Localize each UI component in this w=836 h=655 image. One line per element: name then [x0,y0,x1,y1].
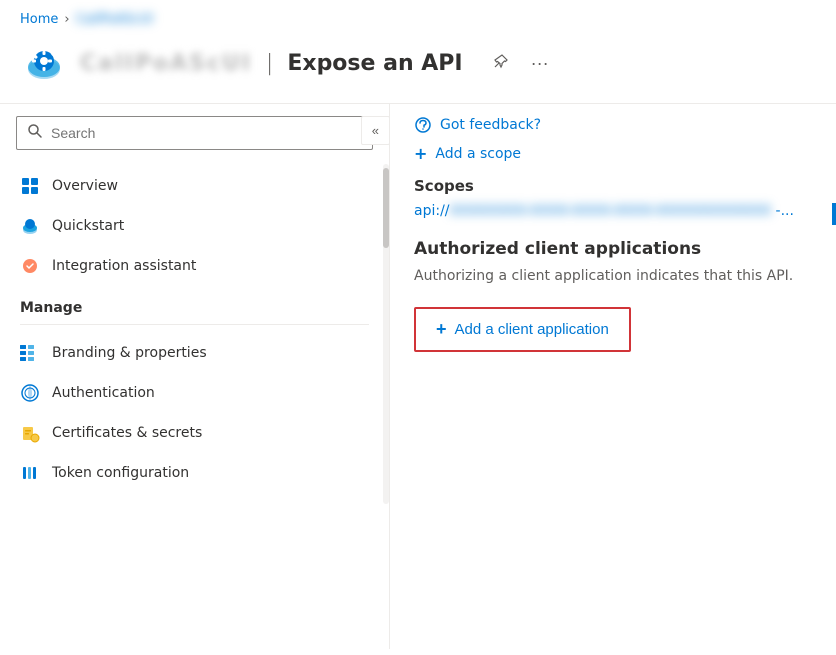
sidebar-item-integration[interactable]: Integration assistant [0,246,389,286]
sidebar-item-authentication-label: Authentication [52,385,155,401]
sidebar-item-overview-label: Overview [52,178,118,194]
feedback-icon [414,116,432,134]
authentication-icon [20,383,40,403]
quickstart-icon [20,216,40,236]
scope-link[interactable]: api://XXXXXXXX-XXXX-XXXX-XXXX-XXXXXXXXXX… [414,203,794,219]
add-client-application-button[interactable]: + Add a client application [414,307,631,352]
page-title: Expose an API [287,51,462,76]
collapse-sidebar-button[interactable]: « [361,116,390,145]
app-title-text: CalIPoAScUI | Expose an API ··· [80,51,816,76]
search-box[interactable] [16,116,373,150]
more-icon: ··· [531,53,549,73]
add-client-plus-icon: + [436,319,447,340]
manage-label: Manage [20,300,369,316]
manage-section: Manage [0,286,389,333]
title-actions: ··· [489,51,553,76]
search-icon [27,123,43,143]
add-client-label: Add a client application [455,321,609,338]
app-title-row: CalIPoAScUI | Expose an API ··· [0,35,836,104]
app-name: CalIPoAScUI [80,51,252,76]
breadcrumb: Home › CalIPoAScUI [0,0,836,35]
sidebar-item-certificates[interactable]: Certificates & secrets [0,413,389,453]
search-input[interactable] [51,125,362,141]
scopes-header: Scopes [414,177,812,195]
sidebar-item-branding[interactable]: Branding & properties [0,333,389,373]
sidebar-item-token-config-label: Token configuration [52,465,189,481]
integration-icon [20,256,40,276]
sidebar: « Overview [0,104,390,649]
breadcrumb-home[interactable]: Home [20,12,58,27]
scope-link-row: api://XXXXXXXX-XXXX-XXXX-XXXX-XXXXXXXXXX… [414,203,812,219]
auth-clients-header: Authorized client applications [414,239,812,259]
sidebar-item-certificates-label: Certificates & secrets [52,425,202,441]
main-layout: « Overview [0,104,836,649]
title-divider: | [266,51,273,76]
scope-prefix: api:// [414,203,450,219]
scope-link-blurred: XXXXXXXX-XXXX-XXXX-XXXX-XXXXXXXXXXXX [450,203,772,219]
main-content: Got feedback? + Add a scope Scopes api:/… [390,104,836,649]
auth-clients-desc: Authorizing a client application indicat… [414,267,812,287]
sidebar-item-quickstart-label: Quickstart [52,218,124,234]
app-icon [20,39,68,87]
add-scope-plus-icon: + [414,144,427,163]
sidebar-item-overview[interactable]: Overview [0,166,389,206]
sidebar-item-token-config[interactable]: Token configuration [0,453,389,493]
feedback-row[interactable]: Got feedback? [414,116,812,134]
sidebar-scrollbar-thumb [383,168,389,248]
sidebar-item-authentication[interactable]: Authentication [0,373,389,413]
nav-list: Overview Quickstart [0,162,389,649]
breadcrumb-separator: › [64,12,69,27]
manage-divider [20,324,369,325]
sidebar-scrollbar[interactable] [383,164,389,504]
more-button[interactable]: ··· [527,51,553,76]
certificates-icon [20,423,40,443]
branding-icon [20,343,40,363]
scope-accent-bar [832,203,836,225]
search-box-wrapper: « [0,104,389,162]
token-config-icon [20,463,40,483]
scope-suffix: -... [771,203,794,219]
sidebar-item-quickstart[interactable]: Quickstart [0,206,389,246]
add-scope-label: Add a scope [435,146,521,162]
feedback-label: Got feedback? [440,117,541,133]
sidebar-item-integration-label: Integration assistant [52,258,196,274]
sidebar-item-branding-label: Branding & properties [52,345,207,361]
add-scope-row[interactable]: + Add a scope [414,144,812,163]
breadcrumb-app: CalIPoAScUI [76,12,153,27]
pin-button[interactable] [489,51,513,76]
overview-icon [20,176,40,196]
